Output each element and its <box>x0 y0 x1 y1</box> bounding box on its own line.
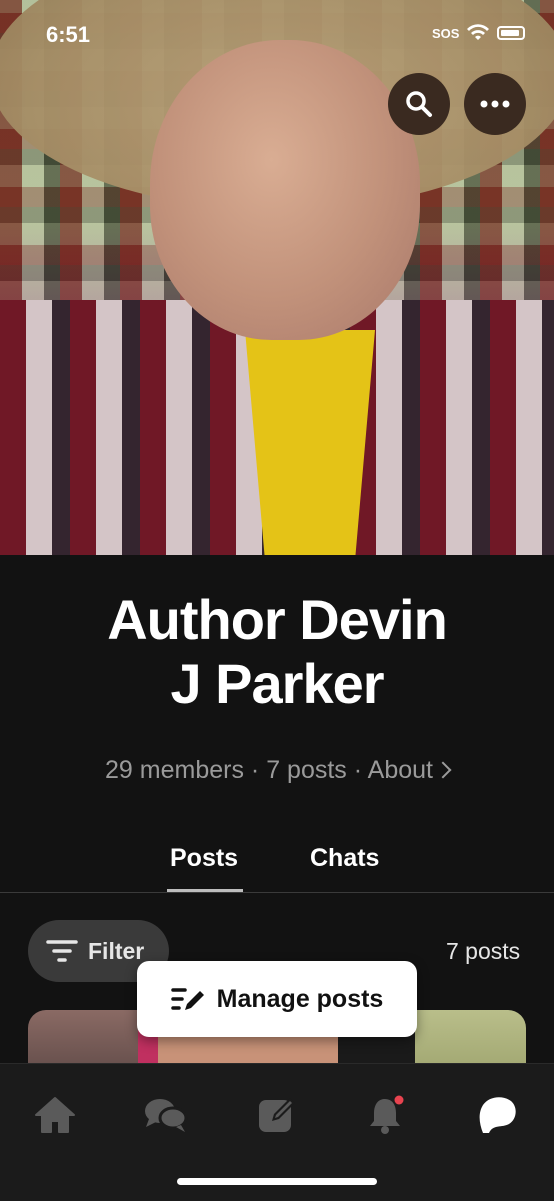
more-horizontal-icon <box>480 100 510 108</box>
creator-name-line2: J Parker <box>170 652 384 715</box>
meta-separator: · <box>346 756 368 784</box>
home-indicator <box>177 1178 377 1185</box>
notification-badge <box>394 1095 404 1105</box>
cover-tee-shape <box>245 330 375 555</box>
nav-profile[interactable] <box>474 1092 520 1138</box>
bell-icon <box>370 1095 404 1134</box>
post-count: 7 posts <box>446 938 521 964</box>
chevron-right-icon <box>434 761 452 779</box>
manage-posts-label: Manage posts <box>216 984 384 1013</box>
meta-separator: · <box>243 756 267 784</box>
chats-icon <box>145 1099 188 1132</box>
creator-name-line1: Author Devin <box>107 588 448 651</box>
about-label: About <box>367 756 433 784</box>
active-tab-indicator <box>167 889 243 892</box>
search-button[interactable] <box>388 73 450 135</box>
compose-icon <box>259 1098 295 1132</box>
filter-icon <box>46 940 78 962</box>
tab-posts[interactable]: Posts <box>170 844 238 873</box>
posts-count: 7 posts <box>266 756 347 784</box>
status-time: 6:51 <box>46 22 91 47</box>
content-tabs: Posts Chats <box>0 840 554 893</box>
home-icon <box>35 1097 75 1133</box>
search-icon <box>406 91 432 117</box>
about-link[interactable]: About <box>367 756 452 784</box>
nav-chats[interactable] <box>143 1092 189 1138</box>
nav-home[interactable] <box>32 1092 78 1138</box>
filter-label: Filter <box>88 937 145 964</box>
more-options-button[interactable] <box>464 73 526 135</box>
manage-posts-button[interactable]: Manage posts <box>137 961 417 1037</box>
creator-name: Author Devin J Parker <box>0 588 554 716</box>
status-carrier: SOS <box>432 26 460 41</box>
cover-face-shape <box>150 40 420 340</box>
manage-posts-icon <box>170 988 204 1010</box>
creator-meta: 29 members · 7 posts · About <box>0 756 554 785</box>
nav-compose[interactable] <box>254 1092 300 1138</box>
battery-icon <box>497 26 525 40</box>
wifi-icon <box>467 24 489 40</box>
members-count: 29 members <box>105 756 244 784</box>
status-bar: 6:51 SOS <box>0 20 554 50</box>
patreon-logo-icon <box>479 1097 516 1133</box>
tab-chats[interactable]: Chats <box>310 844 379 873</box>
nav-notifications[interactable] <box>364 1092 410 1138</box>
